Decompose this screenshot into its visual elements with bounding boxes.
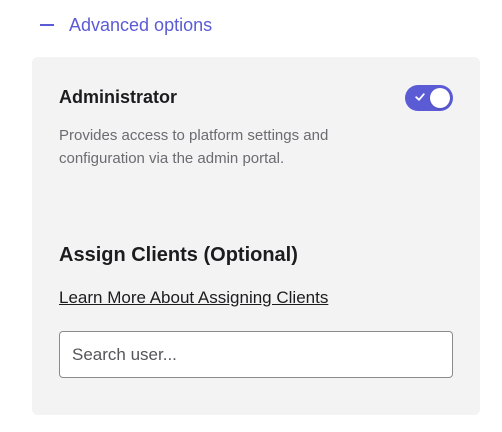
assign-clients-title: Assign Clients (Optional) — [59, 244, 298, 266]
advanced-options-label: Advanced options — [69, 15, 213, 35]
advanced-options-section: Advanced options Administrator Provides … — [0, 0, 502, 432]
toggle-knob — [430, 88, 450, 108]
advanced-options-panel: Administrator Provides access to platfor… — [32, 57, 480, 415]
administrator-toggle-switch[interactable] — [405, 85, 453, 111]
learn-more-link[interactable]: Learn More About Assigning Clients — [59, 286, 328, 310]
check-icon — [415, 93, 425, 101]
administrator-description: Provides access to platform settings and… — [59, 127, 329, 167]
minus-icon — [40, 24, 54, 26]
administrator-title: Administrator — [59, 87, 178, 107]
search-user-input[interactable] — [59, 331, 453, 378]
advanced-options-toggle[interactable]: Advanced options — [40, 13, 212, 37]
